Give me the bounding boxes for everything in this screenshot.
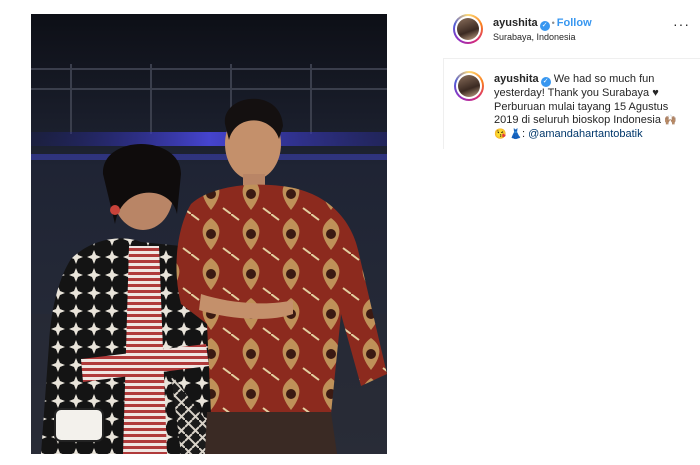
post-photo-illustration xyxy=(31,14,387,454)
caption-text-part-2: Perburuan mulai tayang 15 Agustus 2019 d… xyxy=(494,100,669,127)
header-user-line: ayushita ✓ • Follow xyxy=(493,17,592,31)
follow-button[interactable]: Follow xyxy=(557,17,592,29)
post-header: ayushita ✓ • Follow Surabaya, Indonesia ··· xyxy=(443,0,700,59)
mention-link[interactable]: @amandahartantobatik xyxy=(528,128,643,140)
verified-badge-icon: ✓ xyxy=(539,21,550,31)
avatar-image xyxy=(457,18,479,40)
caption-section: ayushita ✓ We had so much fun yesterday! … xyxy=(443,59,700,149)
kiss-face-emoji: 😘 xyxy=(494,128,507,140)
caption-avatar[interactable] xyxy=(454,71,484,101)
dress-emoji: 👗 xyxy=(509,128,522,140)
post-side-panel: ayushita ✓ • Follow Surabaya, Indonesia ···… xyxy=(443,0,700,465)
credit-prefix: : xyxy=(521,127,526,140)
heart-icon: ♥ xyxy=(652,87,659,99)
avatar[interactable] xyxy=(453,14,483,44)
caption-verified-badge-icon: ✓ xyxy=(540,77,551,87)
caption-text: ayushita ✓ We had so much fun yesterday! … xyxy=(494,73,690,141)
caption-avatar-image xyxy=(458,75,480,97)
location-link[interactable]: Surabaya, Indonesia xyxy=(493,32,576,42)
avatar-border xyxy=(455,16,481,42)
more-options-icon[interactable]: ··· xyxy=(673,16,690,32)
post-photo[interactable] xyxy=(31,14,387,454)
username-link[interactable]: ayushita xyxy=(493,17,538,29)
separator-dot: • xyxy=(551,18,555,28)
caption-username-link[interactable]: ayushita xyxy=(494,73,539,85)
raised-hands-emoji: 🙌🏽 xyxy=(664,115,677,126)
caption-avatar-border xyxy=(456,73,482,99)
